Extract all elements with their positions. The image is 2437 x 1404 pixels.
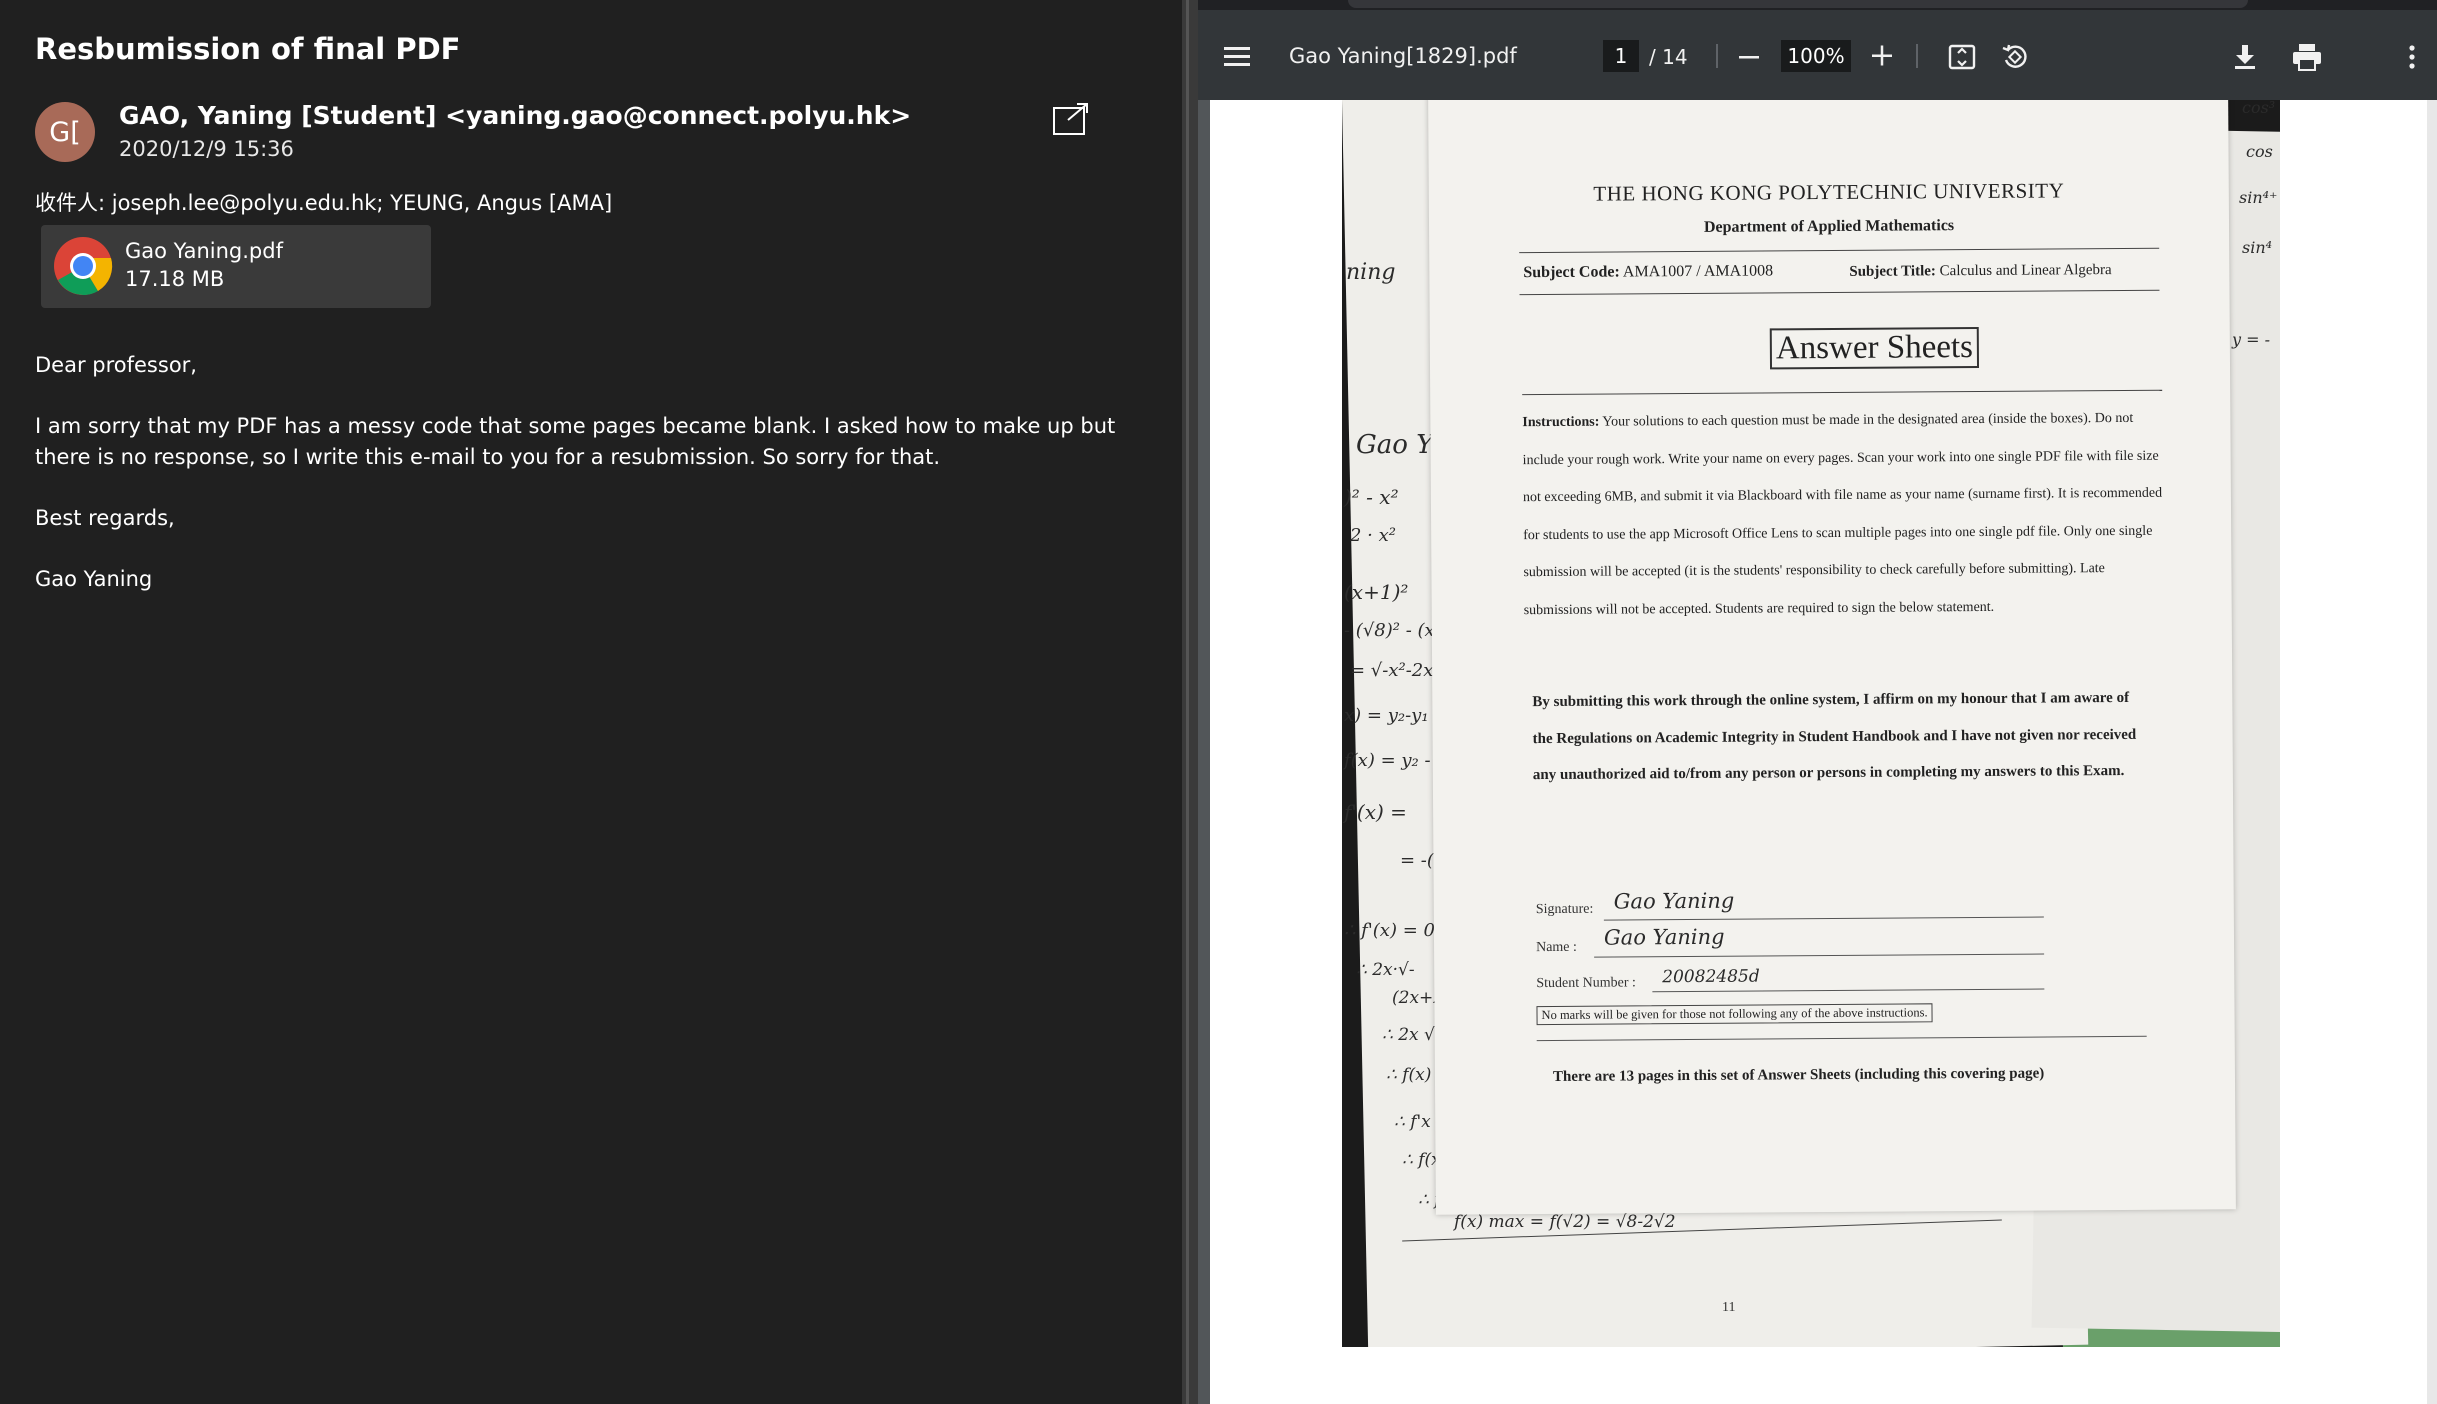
handwriting-right: sin⁴: [2242, 238, 2273, 257]
name-line: [1594, 953, 2045, 958]
name-value: Gao Yaning: [1603, 924, 1725, 950]
toolbar-separator: [1716, 44, 1718, 68]
instructions-label: Instructions:: [1522, 414, 1600, 431]
handwriting-line: = √-x²-2x: [1350, 660, 1434, 681]
rule-line: [1519, 247, 2160, 254]
subject-code-label: Subject Code:: [1523, 263, 1620, 282]
avatar[interactable]: G[: [35, 102, 95, 162]
instructions-text: Instructions: Your solutions to each que…: [1522, 400, 2164, 629]
attachment-size: 17.18 MB: [125, 267, 225, 291]
email-reading-pane: Resbumission of final PDF G[ GAO, Yaning…: [0, 0, 1182, 1404]
avatar-initials: G[: [49, 116, 81, 148]
email-signature: Gao Yaning: [35, 567, 153, 591]
more-options-icon[interactable]: [2408, 44, 2416, 70]
pane-splitter[interactable]: [1182, 0, 1198, 1404]
warning-box: No marks will be given for those not fol…: [1536, 1003, 1933, 1026]
handwriting-line: (x+1)²: [1344, 580, 1409, 604]
handwriting-line: )² - x²: [1344, 485, 1399, 509]
browser-address-bar-edge: [1348, 0, 2248, 8]
handwriting-line: f'(x) =: [1344, 800, 1407, 824]
handwriting-line: f(x) max = f(√2) = √8-2√2: [1454, 1212, 1676, 1232]
pane-splitter-line: [1186, 0, 1189, 1404]
student-number-value: 20082485d: [1662, 966, 1760, 988]
rotate-icon[interactable]: [2000, 42, 2030, 72]
signature-label: Signature:: [1535, 901, 1594, 918]
email-greeting: Dear professor,: [35, 353, 197, 377]
signature-line: [1603, 916, 2044, 921]
handwriting-right: cos³: [2242, 100, 2276, 117]
handwriting-line: ning: [1346, 260, 1396, 285]
pages-note: There are 13 pages in this set of Answer…: [1552, 1065, 2045, 1085]
handwriting-line: Gao Y: [1356, 430, 1434, 460]
subject-title-label: Subject Title:: [1849, 263, 1936, 280]
recipients-line: 收件人: joseph.lee@polyu.edu.hk; YEUNG, Ang…: [35, 191, 613, 215]
toolbar-separator: [1916, 44, 1918, 68]
handwriting-line: ∴ 2x √: [1382, 1025, 1435, 1045]
print-icon[interactable]: [2292, 43, 2322, 71]
instructions-body: Your solutions to each question must be …: [1522, 410, 2163, 618]
email-paragraph: I am sorry that my PDF has a messy code …: [35, 414, 1116, 469]
handwriting-line: ∴ 2x·√-: [1356, 960, 1415, 980]
student-number-line: [1652, 988, 2045, 993]
university-name: THE HONG KONG POLYTECHNIC UNIVERSITY: [1593, 178, 2065, 206]
handwriting-line: 2 · x²: [1350, 525, 1396, 546]
page-number-input[interactable]: 1: [1603, 40, 1639, 72]
sent-date: 2020/12/9 15:36: [119, 137, 294, 161]
email-body: Dear professor, I am sorry that my PDF h…: [35, 350, 1145, 625]
rule-line: [1519, 289, 2160, 296]
download-icon[interactable]: [2231, 43, 2259, 71]
handwriting-line: ∴ f'x: [1394, 1112, 1431, 1132]
underlying-page-number: 11: [1722, 1300, 1736, 1315]
scrollbar[interactable]: [2427, 100, 2437, 1404]
handwriting-right: sin⁴⁺: [2239, 188, 2278, 207]
zoom-in-icon[interactable]: [1870, 44, 1894, 68]
signature-value: Gao Yaning: [1613, 888, 1735, 914]
answer-sheets-heading: Answer Sheets: [1769, 326, 1980, 370]
email-closing: Best regards,: [35, 506, 175, 530]
subject-title: Subject Title: Calculus and Linear Algeb…: [1849, 262, 2111, 281]
attachment-name: Gao Yaning.pdf: [125, 239, 283, 263]
rule-line: [1536, 1035, 2147, 1042]
sender-name[interactable]: GAO, Yaning [Student] <yaning.gao@connec…: [119, 101, 911, 130]
scanned-photo: ning Gao Y )² - x² 2 · x² (x+1)² - (√8)²…: [1342, 100, 2280, 1347]
subject-code-value: AMA1007 / AMA1008: [1622, 262, 1774, 281]
subject-code: Subject Code: AMA1007 / AMA1008: [1523, 262, 1773, 282]
rule-line: [1522, 389, 2163, 396]
affirmation-text: By submitting this work through the onli…: [1532, 689, 2137, 784]
pdf-toolbar: Gao Yaning[1829].pdf 1 / 14 100%: [1198, 10, 2437, 100]
student-number-label: Student Number :: [1536, 975, 1636, 992]
open-in-new-window-icon[interactable]: [1052, 102, 1090, 136]
menu-icon[interactable]: [1224, 46, 1250, 68]
browser-top-strip: [1198, 0, 2437, 10]
email-subject: Resbumission of final PDF: [35, 32, 461, 66]
chrome-icon: [54, 237, 113, 295]
handwriting-line: ∴ f(x): [1386, 1065, 1432, 1085]
pdf-page[interactable]: ning Gao Y )² - x² 2 · x² (x+1)² - (√8)²…: [1210, 100, 2437, 1404]
page-total: / 14: [1649, 45, 1688, 69]
zoom-out-icon[interactable]: [1738, 46, 1760, 68]
fit-page-icon[interactable]: [1948, 43, 1976, 71]
cover-answer-sheet: THE HONG KONG POLYTECHNIC UNIVERSITY Dep…: [1428, 100, 2236, 1215]
pdf-viewer: Gao Yaning[1829].pdf 1 / 14 100% ning Ga…: [1198, 0, 2437, 1404]
pdf-filename: Gao Yaning[1829].pdf: [1289, 44, 1517, 68]
handwriting-right: y = -: [2232, 330, 2271, 349]
subject-title-value: Calculus and Linear Algebra: [1939, 262, 2112, 280]
attachment-card[interactable]: Gao Yaning.pdf 17.18 MB: [41, 225, 431, 308]
name-label: Name :: [1536, 939, 1577, 956]
handwriting-line: ∴ f'(x) = 0 .: [1344, 920, 1447, 941]
department-name: Department of Applied Mathematics: [1703, 217, 1955, 236]
zoom-level-input[interactable]: 100%: [1781, 40, 1851, 72]
handwriting-right: cos: [2246, 142, 2273, 161]
